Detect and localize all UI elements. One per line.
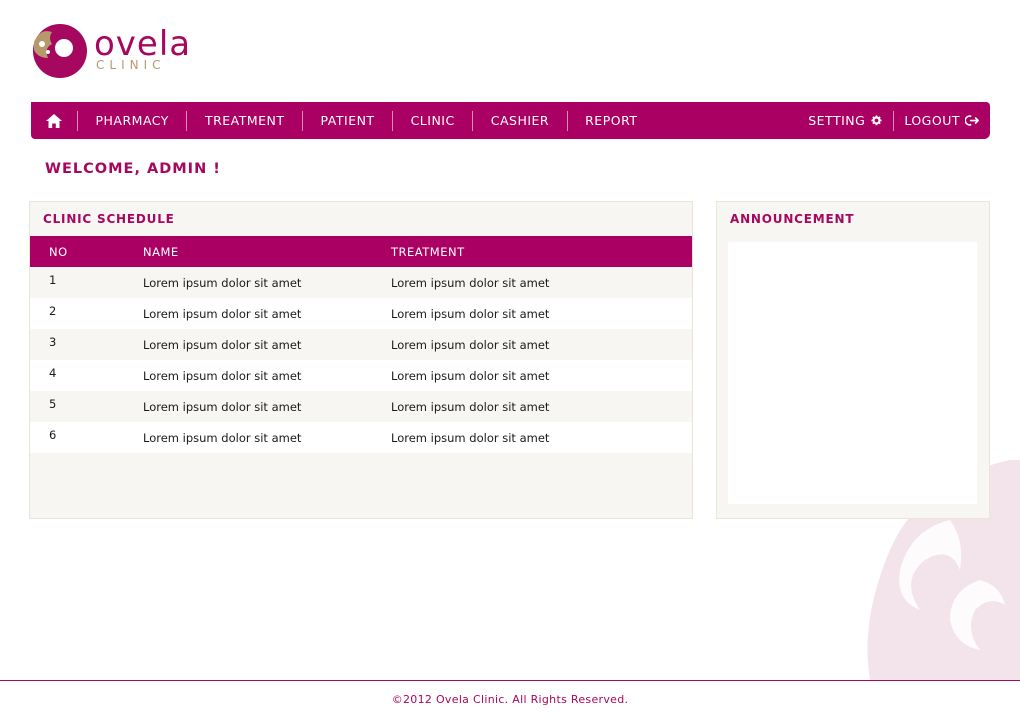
gear-icon bbox=[871, 115, 882, 126]
nav-right-group: SETTING LOGOUT bbox=[798, 102, 990, 139]
home-icon bbox=[46, 113, 62, 128]
cell-no bbox=[30, 453, 143, 484]
clinic-schedule-panel: CLINIC SCHEDULE NO NAME TREATMENT 1 Lore… bbox=[29, 201, 693, 519]
footer-copyright: ©2012 Ovela Clinic. All Rights Reserved. bbox=[391, 693, 629, 706]
column-header-treatment[interactable]: TREATMENT bbox=[391, 236, 692, 267]
nav-item-treatment[interactable]: TREATMENT bbox=[187, 102, 302, 139]
nav-home-button[interactable] bbox=[31, 102, 77, 139]
cell-no: 6 bbox=[30, 422, 143, 453]
cell-treatment: Lorem ipsum dolor sit amet bbox=[391, 298, 692, 329]
main-navbar: PHARMACY TREATMENT PATIENT CLINIC CASHIE… bbox=[31, 102, 990, 139]
cell-name: Lorem ipsum dolor sit amet bbox=[143, 422, 391, 453]
schedule-table: NO NAME TREATMENT 1 Lorem ipsum dolor si… bbox=[30, 236, 692, 484]
table-row[interactable]: 3 Lorem ipsum dolor sit amet Lorem ipsum… bbox=[30, 329, 692, 360]
welcome-heading: WELCOME, ADMIN ! bbox=[45, 161, 221, 177]
cell-name: Lorem ipsum dolor sit amet bbox=[143, 391, 391, 422]
footer-divider bbox=[0, 680, 1020, 681]
cell-no: 2 bbox=[30, 298, 143, 329]
cell-treatment: Lorem ipsum dolor sit amet bbox=[391, 267, 692, 298]
cell-name bbox=[143, 453, 391, 484]
cell-no: 1 bbox=[30, 267, 143, 298]
cell-no: 4 bbox=[30, 360, 143, 391]
cell-no: 5 bbox=[30, 391, 143, 422]
cell-treatment: Lorem ipsum dolor sit amet bbox=[391, 360, 692, 391]
cell-treatment: Lorem ipsum dolor sit amet bbox=[391, 422, 692, 453]
setting-label: SETTING bbox=[808, 113, 866, 128]
logout-icon bbox=[965, 115, 979, 126]
cell-name: Lorem ipsum dolor sit amet bbox=[143, 329, 391, 360]
logout-label: LOGOUT bbox=[904, 113, 960, 128]
table-header-row: NO NAME TREATMENT bbox=[30, 236, 692, 267]
announcement-content bbox=[728, 242, 977, 504]
table-row[interactable]: 2 Lorem ipsum dolor sit amet Lorem ipsum… bbox=[30, 298, 692, 329]
cell-treatment: Lorem ipsum dolor sit amet bbox=[391, 329, 692, 360]
table-row[interactable]: 4 Lorem ipsum dolor sit amet Lorem ipsum… bbox=[30, 360, 692, 391]
table-row[interactable]: 6 Lorem ipsum dolor sit amet Lorem ipsum… bbox=[30, 422, 692, 453]
logo-subtitle: CLINIC bbox=[96, 58, 166, 72]
table-row[interactable]: 5 Lorem ipsum dolor sit amet Lorem ipsum… bbox=[30, 391, 692, 422]
cell-treatment bbox=[391, 453, 692, 484]
setting-button[interactable]: SETTING bbox=[798, 102, 893, 139]
cell-name: Lorem ipsum dolor sit amet bbox=[143, 360, 391, 391]
cell-treatment: Lorem ipsum dolor sit amet bbox=[391, 391, 692, 422]
logo-mark-icon bbox=[33, 24, 87, 78]
table-row-empty bbox=[30, 453, 692, 484]
column-header-no[interactable]: NO bbox=[30, 236, 143, 267]
table-row[interactable]: 1 Lorem ipsum dolor sit amet Lorem ipsum… bbox=[30, 267, 692, 298]
nav-item-pharmacy[interactable]: PHARMACY bbox=[78, 102, 186, 139]
announcement-title: ANNOUNCEMENT bbox=[730, 212, 855, 226]
nav-item-patient[interactable]: PATIENT bbox=[303, 102, 392, 139]
column-header-name[interactable]: NAME bbox=[143, 236, 391, 267]
nav-item-report[interactable]: REPORT bbox=[568, 102, 655, 139]
cell-no: 3 bbox=[30, 329, 143, 360]
announcement-panel: ANNOUNCEMENT bbox=[716, 201, 990, 519]
nav-item-clinic[interactable]: CLINIC bbox=[393, 102, 472, 139]
cell-name: Lorem ipsum dolor sit amet bbox=[143, 298, 391, 329]
logout-button[interactable]: LOGOUT bbox=[894, 102, 990, 139]
clinic-schedule-title: CLINIC SCHEDULE bbox=[43, 212, 175, 226]
nav-item-cashier[interactable]: CASHIER bbox=[473, 102, 566, 139]
cell-name: Lorem ipsum dolor sit amet bbox=[143, 267, 391, 298]
clinic-logo[interactable]: ovela CLINIC bbox=[30, 22, 200, 82]
